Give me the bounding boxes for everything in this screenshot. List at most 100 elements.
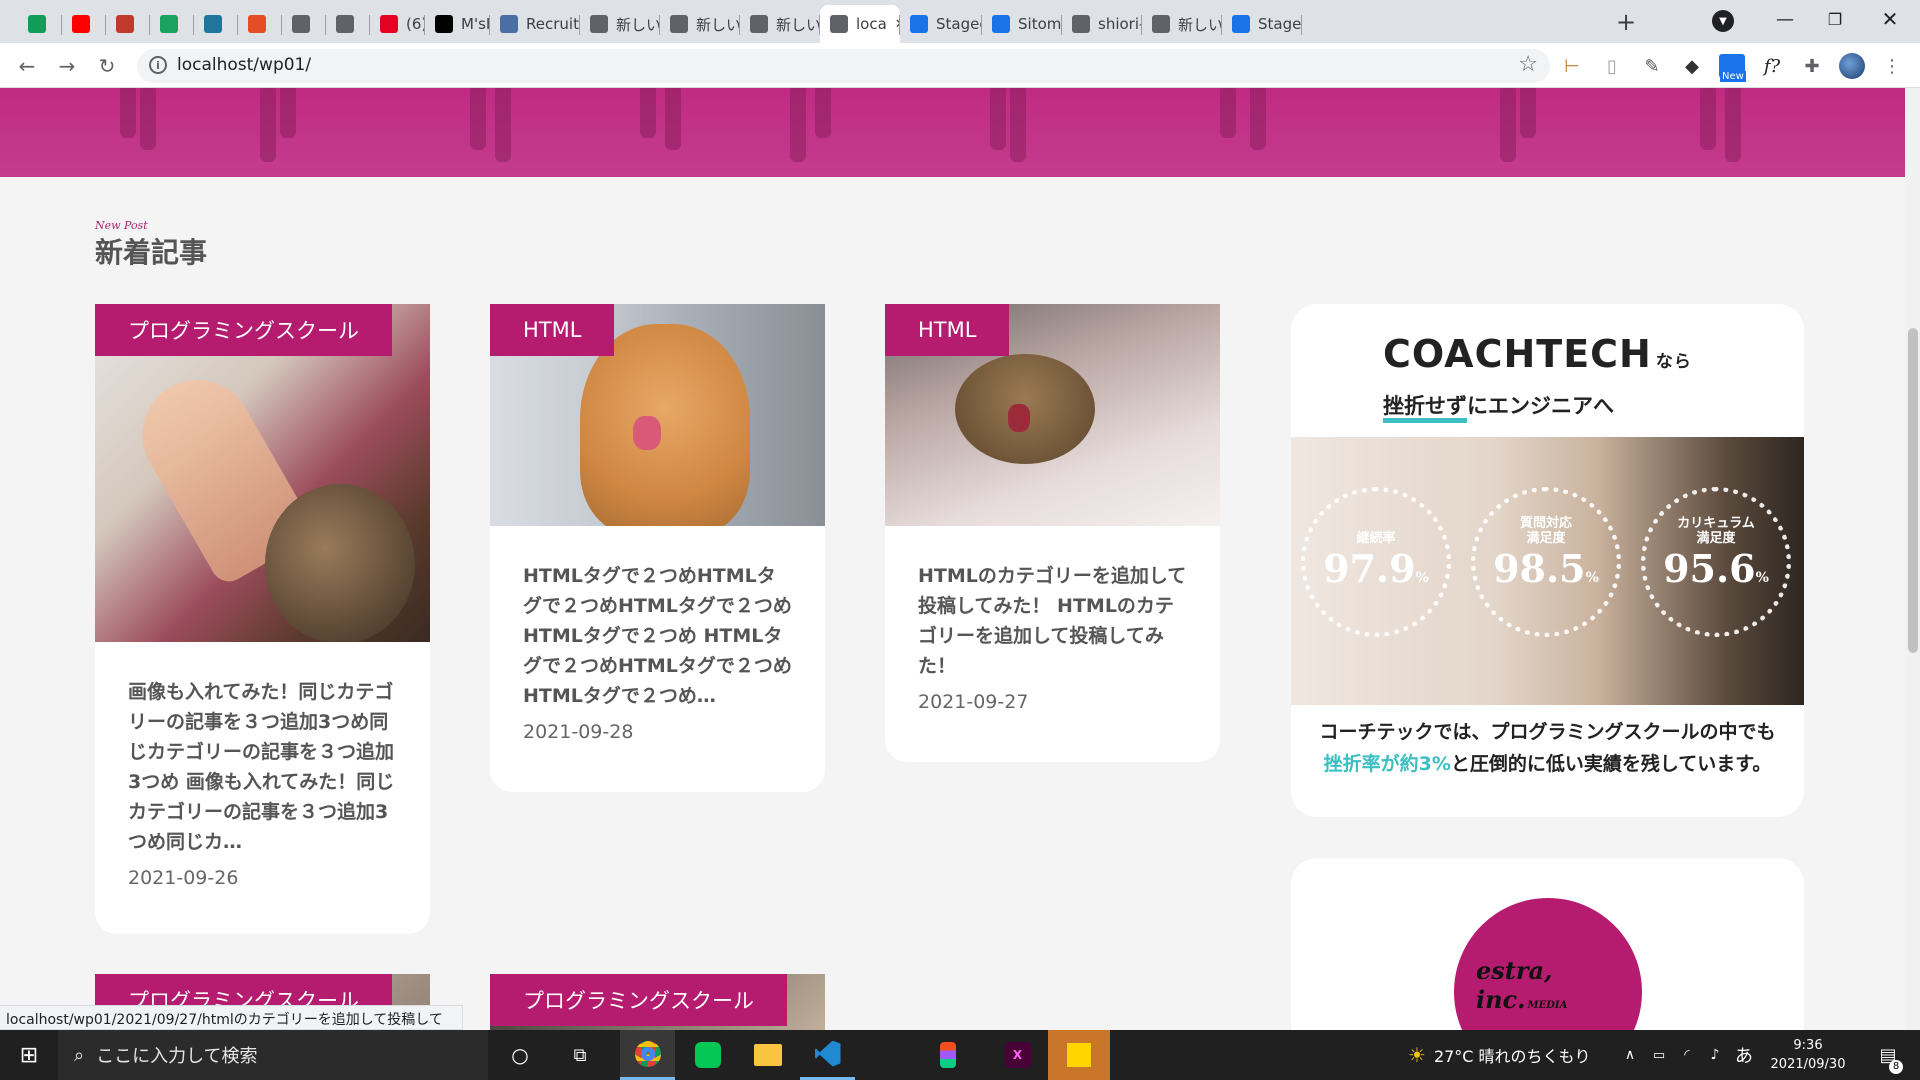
ad-stat-value: 95.6% <box>1646 546 1786 591</box>
ad-stat-laurel: 質問対応 満足度 98.5% <box>1471 487 1621 637</box>
ad-brand: COACHTECH なら <box>1383 332 1692 376</box>
chrome-taskbar-icon[interactable] <box>620 1030 675 1080</box>
tab[interactable]: (6) Pint <box>370 5 425 43</box>
post-thumbnail[interactable]: HTML <box>490 304 825 526</box>
address-bar[interactable]: i localhost/wp01/ ☆ <box>137 49 1550 83</box>
restore-button[interactable]: ❐ <box>1810 0 1860 38</box>
tab[interactable]: Sitomm <box>982 5 1062 43</box>
tab[interactable]: 新しいタ <box>1142 5 1222 43</box>
tab[interactable] <box>18 5 62 43</box>
festra-ad[interactable]: estra, inc. MEDIA <box>1291 858 1804 1030</box>
figma-icon[interactable] <box>920 1030 975 1080</box>
extension-fonts-icon[interactable]: f? <box>1757 51 1787 81</box>
tab[interactable] <box>106 5 150 43</box>
tab[interactable] <box>326 5 370 43</box>
volume-icon[interactable]: ♪ <box>1701 1030 1729 1080</box>
battery-icon[interactable]: ▭ <box>1645 1030 1673 1080</box>
coachtech-ad[interactable]: COACHTECH なら 挫折せずにエンジニアへ 継続率 97.9% 質問対応 満足度… <box>1291 304 1804 817</box>
tab[interactable]: Recruit <box>490 5 580 43</box>
notification-icon[interactable]: ▤ 8 <box>1868 1030 1908 1080</box>
app-icon <box>116 15 134 33</box>
close-window-button[interactable]: ✕ <box>1865 0 1915 38</box>
ad-stat-label: カリキュラム 満足度 <box>1677 516 1755 546</box>
festra-logo: estra, inc. MEDIA <box>1454 898 1642 1030</box>
menu-kebab-icon[interactable]: ⋮ <box>1877 51 1907 81</box>
extension-eyedropper-icon[interactable]: ✎ <box>1637 51 1667 81</box>
tab[interactable]: 新しいタ <box>740 5 820 43</box>
hero-silhouette <box>1250 88 1266 150</box>
tab[interactable]: Stagee <box>1222 5 1302 43</box>
extension-new-icon[interactable]: New <box>1717 51 1747 82</box>
task-view-icon[interactable]: ⧉ <box>555 1030 605 1080</box>
extension-dark-icon[interactable]: ◆ <box>1677 51 1707 81</box>
category-badge[interactable]: プログラミングスクール <box>490 974 787 1026</box>
new-tab-button[interactable]: + <box>1611 7 1641 37</box>
post-card[interactable]: プログラミングスクール <box>490 974 825 1030</box>
bookmark-star-icon[interactable]: ☆ <box>1518 52 1538 77</box>
extensions-puzzle-icon[interactable]: ✚ <box>1797 51 1827 81</box>
ad-tagline-highlight: 挫折せず <box>1383 394 1467 423</box>
post-card[interactable]: HTML HTMLタグで２つめHTMLタグで２つめHTMLタグで２つめHTMLタ… <box>490 304 825 792</box>
forward-icon[interactable]: → <box>52 51 82 81</box>
post-date: 2021-09-26 <box>128 867 239 889</box>
hero-silhouette <box>260 88 276 162</box>
notification-count: 8 <box>1889 1060 1903 1074</box>
vscode-icon[interactable] <box>800 1030 855 1080</box>
post-card[interactable]: プログラミングスクール 画像も入れてみた！同じカテゴリーの記事を３つ追加3つめ同… <box>95 304 430 934</box>
tab[interactable] <box>194 5 238 43</box>
category-badge[interactable]: HTML <box>490 304 615 356</box>
tab[interactable]: shiori-c <box>1062 5 1142 43</box>
drive-icon <box>160 15 178 33</box>
post-thumbnail[interactable]: HTML <box>885 304 1220 526</box>
adobe-xd-icon[interactable]: X <box>990 1030 1045 1080</box>
festra-logo-text: estra, inc. MEDIA <box>1476 956 1642 1014</box>
tab[interactable]: M'sHR <box>425 5 490 43</box>
tab[interactable] <box>62 5 106 43</box>
tab[interactable]: Stagee <box>900 5 982 43</box>
page-scrollbar[interactable] <box>1905 88 1920 1030</box>
profile-avatar[interactable] <box>1837 51 1867 81</box>
sticky-notes-icon[interactable] <box>1048 1030 1110 1080</box>
github-icon <box>1072 15 1090 33</box>
post-thumbnail[interactable]: プログラミングスクール <box>95 304 430 642</box>
post-thumbnail[interactable]: プログラミングスクール <box>490 974 825 1030</box>
tab[interactable]: 新しいタ <box>660 5 740 43</box>
category-badge[interactable]: プログラミングスクール <box>95 304 392 356</box>
ad-stat-number: 97.9 <box>1323 546 1416 591</box>
line-icon[interactable] <box>680 1030 735 1080</box>
minimize-button[interactable]: — <box>1760 0 1810 38</box>
ime-indicator[interactable]: あ <box>1729 1030 1759 1080</box>
post-title[interactable]: 画像も入れてみた！同じカテゴリーの記事を３つ追加3つめ同じカテゴリーの記事を３つ… <box>95 677 430 857</box>
sheets-icon <box>28 15 46 33</box>
reload-icon[interactable]: ↻ <box>92 51 122 81</box>
back-icon[interactable]: ← <box>12 51 42 81</box>
category-badge[interactable]: HTML <box>885 304 1010 356</box>
bookmark-icon[interactable]: ▯ <box>1597 51 1627 81</box>
post-date: 2021-09-27 <box>918 691 1029 713</box>
tab[interactable] <box>150 5 194 43</box>
scrollbar-thumb[interactable] <box>1908 328 1918 653</box>
hero-silhouette <box>470 88 486 150</box>
cortana-icon[interactable]: ○ <box>495 1030 545 1080</box>
file-explorer-icon[interactable] <box>740 1030 795 1080</box>
extension-ruler-icon[interactable]: ⊢ <box>1557 51 1587 81</box>
ad-stat-value: 97.9% <box>1306 546 1446 591</box>
taskbar-search[interactable]: ⌕ ここに入力して検索 <box>58 1030 488 1080</box>
tab[interactable]: loca✕ <box>820 5 900 43</box>
tab[interactable]: 新しいタ <box>580 5 660 43</box>
ad-desc-line1: コーチテックでは、プログラミングスクールの中でも <box>1319 721 1776 743</box>
post-title[interactable]: HTMLのカテゴリーを追加して投稿してみた！ HTMLのカテゴリーを追加して投稿… <box>885 561 1220 681</box>
clock[interactable]: 9:36 2021/09/30 <box>1762 1030 1854 1080</box>
post-title[interactable]: HTMLタグで２つめHTMLタグで２つめHTMLタグで２つめHTMLタグで２つめ… <box>490 561 825 711</box>
tray-chevron-icon[interactable]: ∧ <box>1615 1030 1645 1080</box>
1g-icon <box>435 15 453 33</box>
info-icon[interactable]: i <box>149 56 167 74</box>
url-text[interactable]: localhost/wp01/ <box>177 55 311 75</box>
tab-search-icon[interactable]: ▼ <box>1712 10 1734 32</box>
windows-start-icon[interactable]: ⊞ <box>0 1030 58 1080</box>
wifi-icon[interactable]: ◜ <box>1673 1030 1701 1080</box>
tab-label: 新しいタ <box>776 15 820 34</box>
tab[interactable] <box>282 5 326 43</box>
tab[interactable] <box>238 5 282 43</box>
post-card[interactable]: HTML HTMLのカテゴリーを追加して投稿してみた！ HTMLのカテゴリーを追… <box>885 304 1220 762</box>
